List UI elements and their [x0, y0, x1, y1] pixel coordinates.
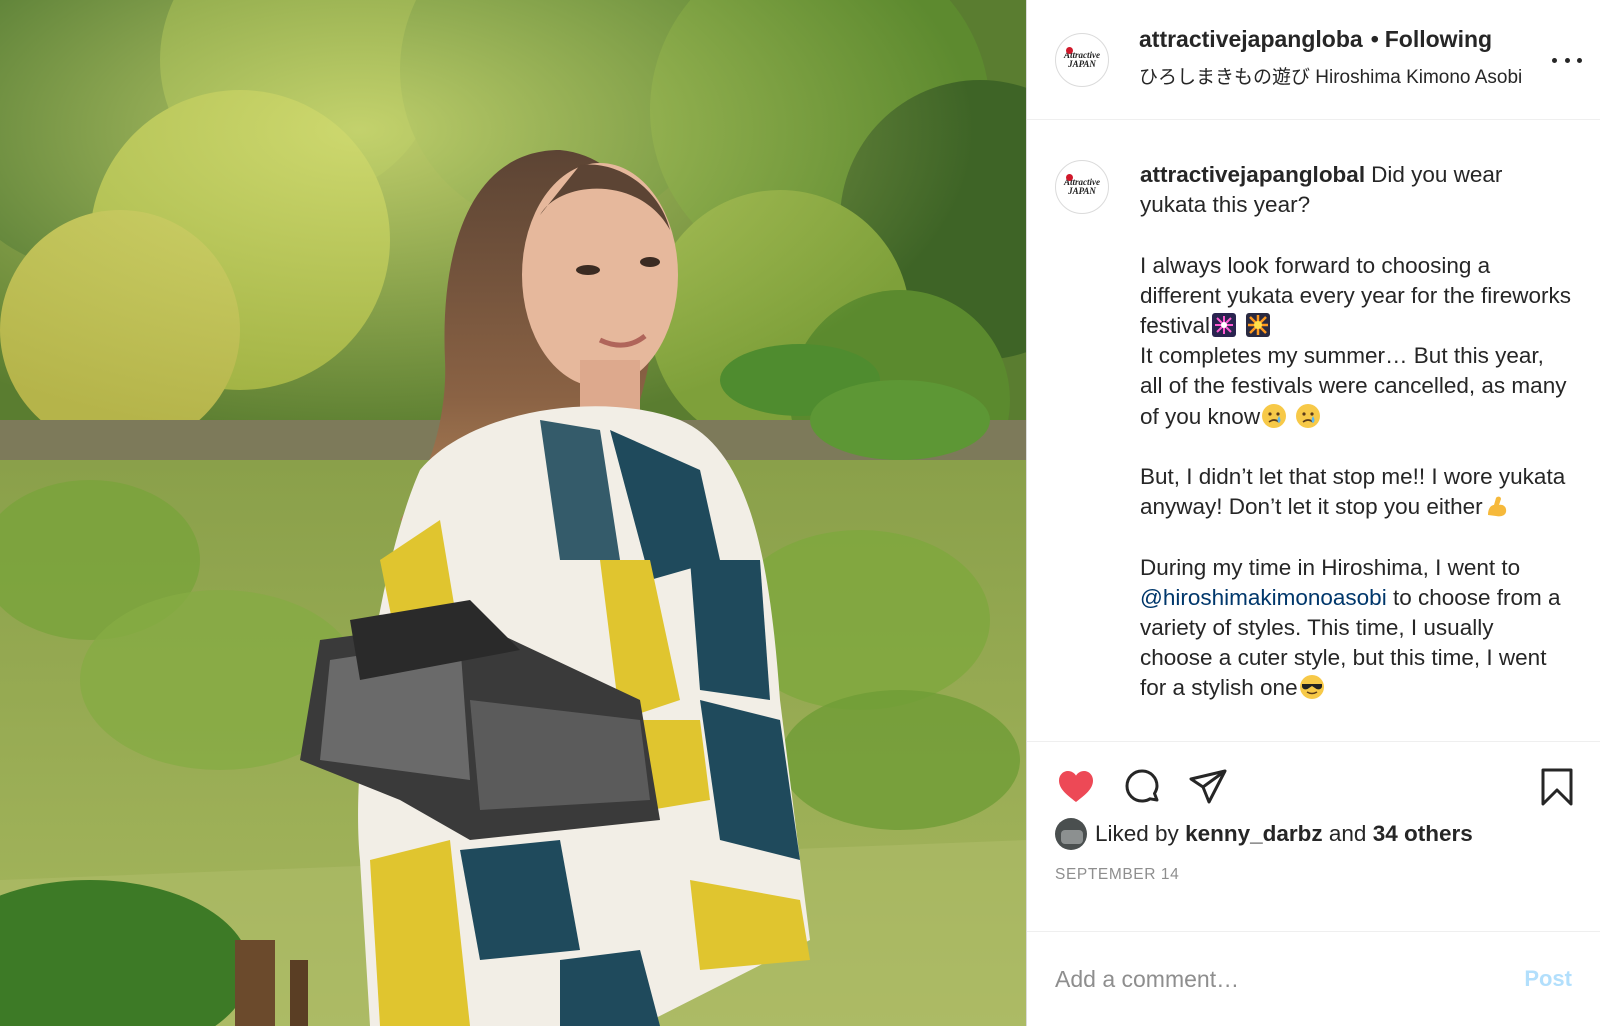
photo-illustration	[0, 0, 1026, 1026]
likes-summary: Liked by kenny_darbz and 34 others	[1055, 818, 1473, 850]
fireworks-emoji	[1212, 313, 1237, 337]
caption-row: Attractive JAPAN attractivejapanglobal Di…	[1055, 160, 1600, 704]
action-icons-row	[1055, 766, 1578, 808]
caption-paragraph: During my time in Hiroshima, I went to @…	[1140, 553, 1572, 704]
firework-burst-emoji	[1246, 313, 1271, 337]
liker-avatar[interactable]	[1055, 818, 1087, 850]
header-title-row: attractivejapangloba • Following	[1139, 26, 1522, 53]
comment-bar: Post	[1027, 931, 1600, 1026]
heart-icon[interactable]	[1055, 766, 1097, 808]
paper-plane-icon[interactable]	[1187, 766, 1229, 808]
liker-username-link[interactable]: kenny_darbz	[1185, 821, 1323, 847]
sunglasses-face-emoji	[1299, 675, 1324, 700]
caption-avatar[interactable]: Attractive JAPAN	[1055, 160, 1109, 214]
more-options-icon[interactable]	[1552, 48, 1582, 72]
caption-paragraph: attractivejapanglobal Did you wear yukata…	[1140, 160, 1572, 220]
header-text: attractivejapangloba • Following ひろしまきもの遊び…	[1139, 26, 1522, 89]
crying-face-emoji	[1296, 403, 1321, 428]
username-link[interactable]: attractivejapangloba	[1139, 26, 1363, 52]
caption-text-line: I always look forward to choosing a diff…	[1140, 252, 1572, 338]
comment-icon[interactable]	[1121, 766, 1163, 808]
others-likes-link[interactable]: 34 others	[1373, 821, 1473, 847]
caption-paragraph: It completes my summer… But this year, a…	[1140, 341, 1572, 432]
sun-logo-icon	[1066, 174, 1073, 181]
location-link[interactable]: ひろしまきもの遊び Hiroshima Kimono Asobi	[1139, 62, 1522, 89]
caption-paragraph: I always look forward to choosing a diff…	[1140, 251, 1572, 342]
caption-text-line: It completes my summer… But this year, a…	[1140, 343, 1567, 429]
dot	[1564, 57, 1570, 63]
likes-prefix: Liked by	[1095, 821, 1179, 846]
post-side-panel: Attractive JAPAN attractivejapangloba • Fo…	[1026, 0, 1600, 1026]
post-photo[interactable]	[0, 0, 1026, 1026]
dot	[1552, 57, 1557, 63]
likes-joiner: and	[1328, 821, 1367, 846]
actions-area: Liked by kenny_darbz and 34 others SEPTE…	[1027, 741, 1600, 1026]
flexed-biceps-emoji	[1487, 496, 1506, 517]
mention-link[interactable]: @hiroshimakimonoasobi	[1140, 585, 1387, 610]
caption-area[interactable]: Attractive JAPAN attractivejapanglobal Di…	[1027, 120, 1600, 741]
post-header: Attractive JAPAN attractivejapangloba • Fo…	[1027, 0, 1600, 120]
follow-separator: •	[1370, 26, 1379, 52]
caption-text-line: During my time in Hiroshima, I went to	[1140, 554, 1521, 580]
avatar-logo-line2: JAPAN	[1068, 58, 1096, 69]
caption-paragraph: But, I didn’t let that stop me!! I wore …	[1140, 462, 1572, 522]
account-avatar[interactable]: Attractive JAPAN	[1055, 32, 1109, 87]
dot	[1577, 57, 1582, 63]
avatar-logo-line2: JAPAN	[1068, 186, 1096, 196]
caption-username-link[interactable]: attractivejapanglobal	[1140, 162, 1365, 187]
post-comment-button[interactable]: Post	[1524, 966, 1572, 992]
crying-face-emoji	[1262, 403, 1287, 428]
bookmark-icon[interactable]	[1536, 766, 1578, 808]
instagram-post: Attractive JAPAN attractivejapangloba • Fo…	[0, 0, 1600, 1026]
following-button[interactable]: Following	[1385, 26, 1492, 52]
post-date[interactable]: SEPTEMBER 14	[1055, 866, 1179, 884]
sun-logo-icon	[1066, 46, 1073, 54]
caption-text: attractivejapanglobal Did you wear yukata…	[1140, 160, 1572, 704]
comment-input[interactable]	[1055, 965, 1525, 993]
